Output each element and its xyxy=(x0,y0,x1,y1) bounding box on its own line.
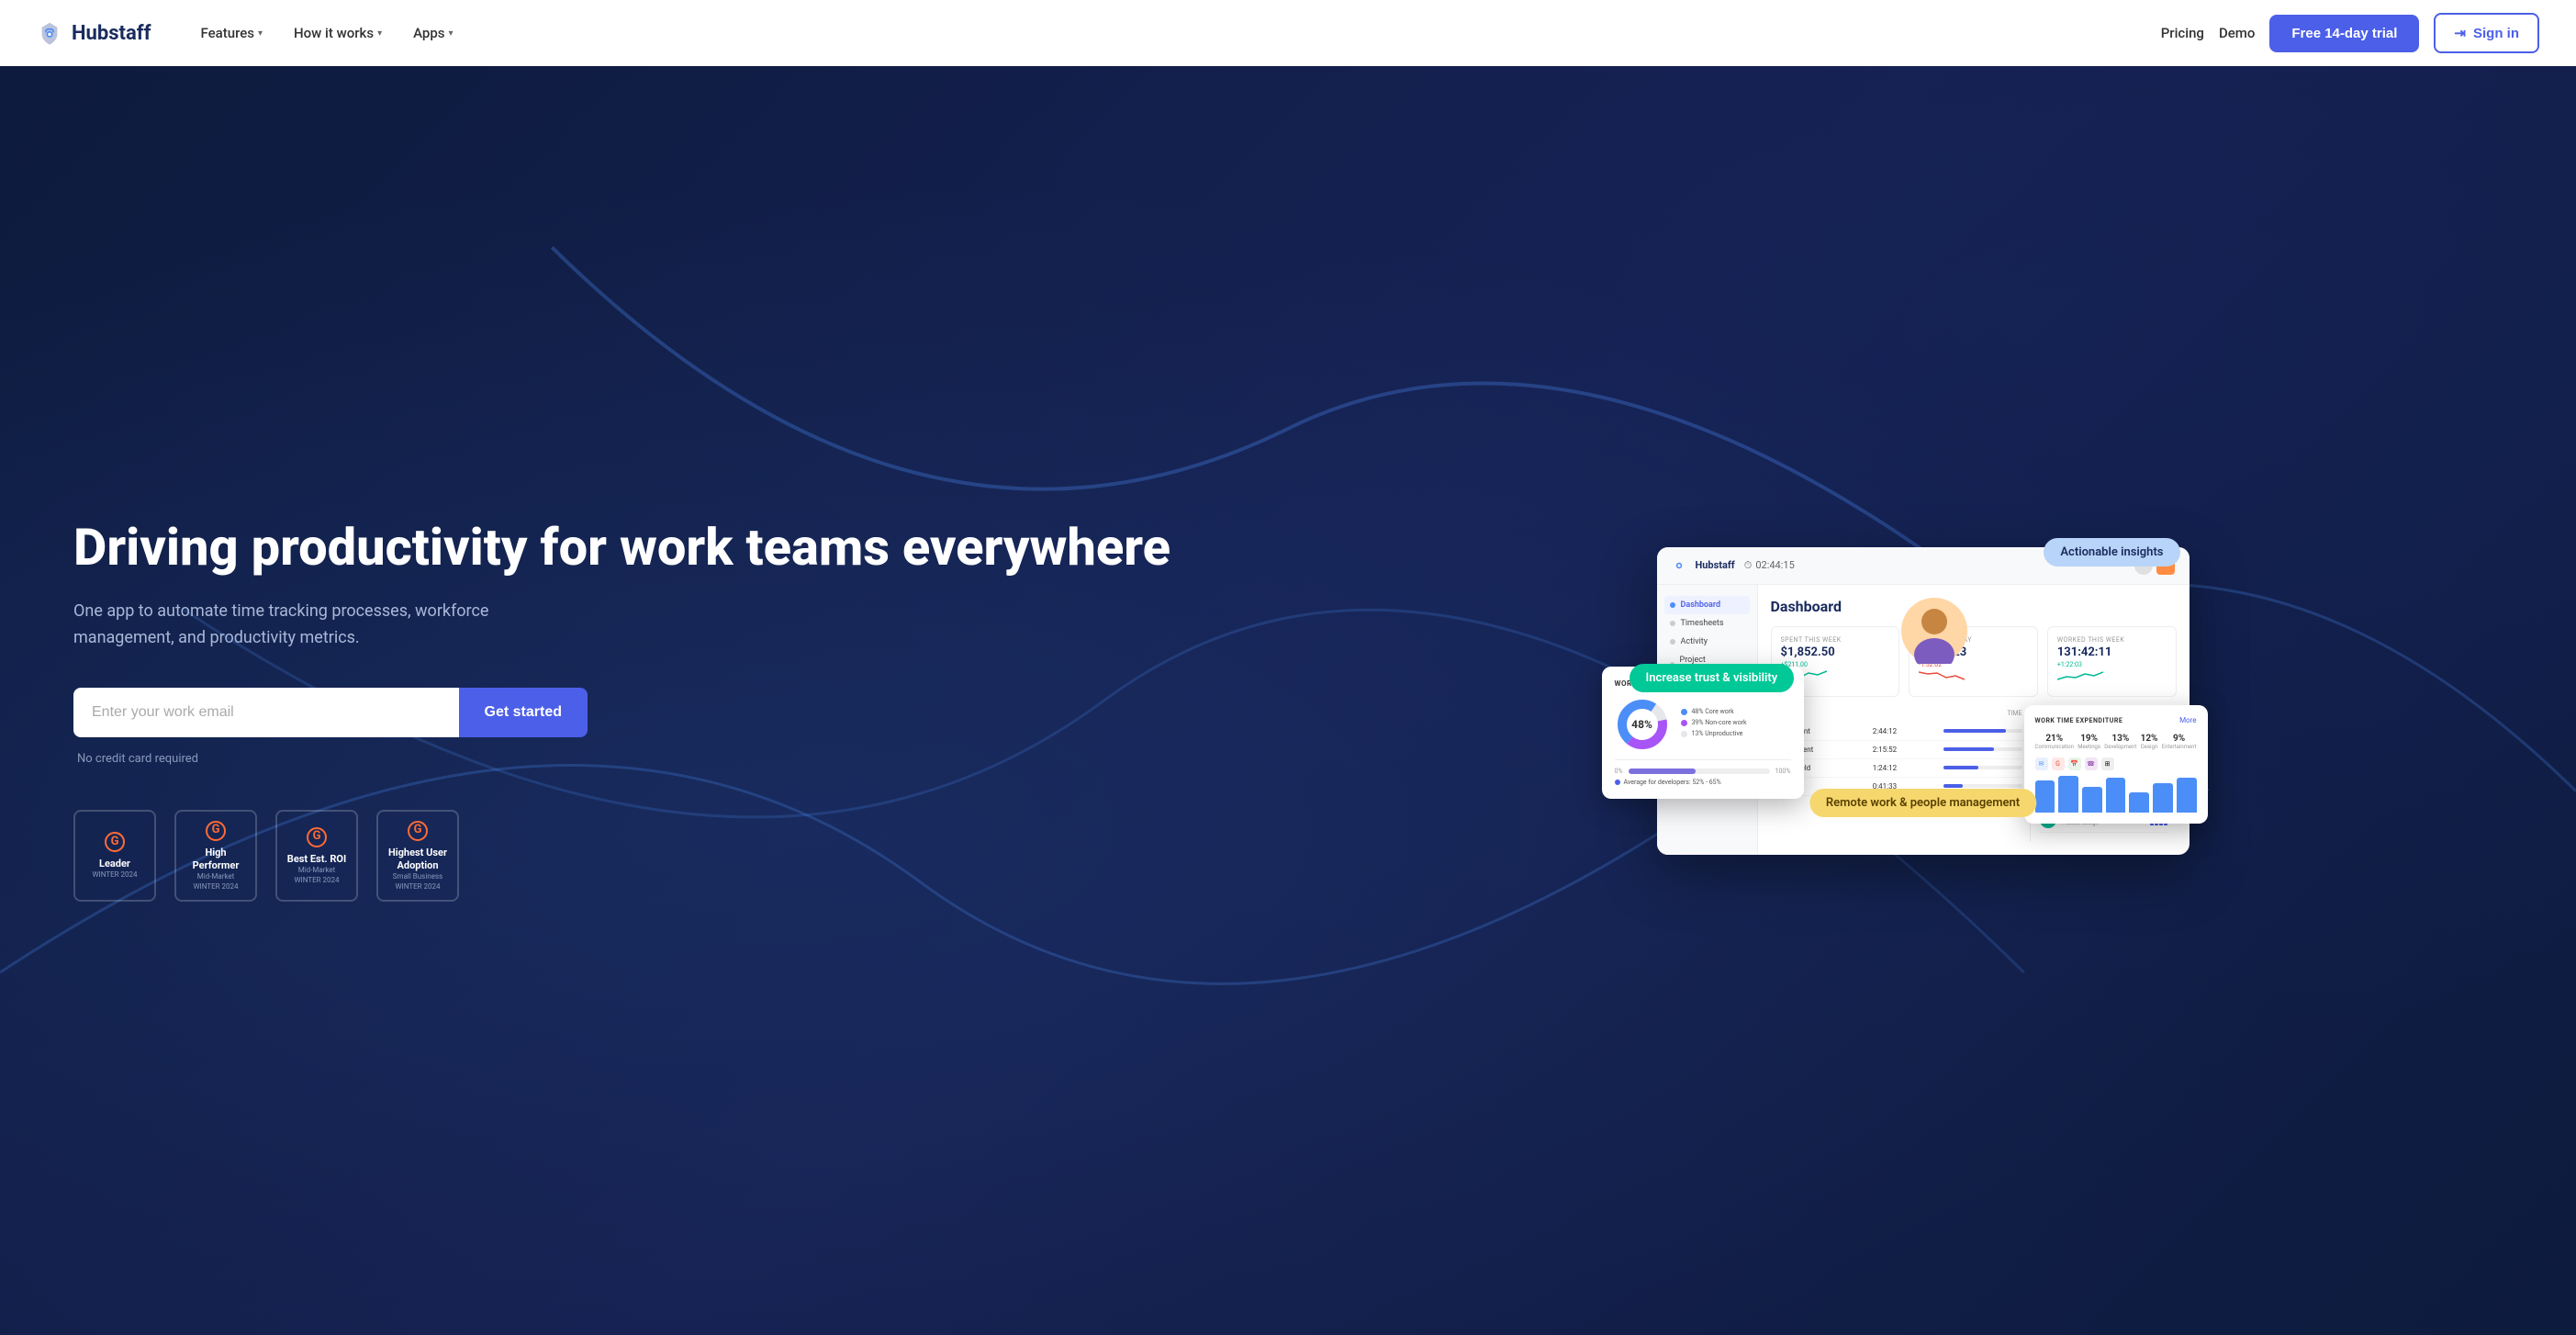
dashboard-mockup: Actionable insights Increase trust & vis… xyxy=(1657,547,2190,855)
wte-cat-0: 21% Communication xyxy=(2035,734,2075,750)
wte-bar-4 xyxy=(2129,792,2149,813)
dash-projects: PROJECTS Time Chargepoint 2:44:12 Develo… xyxy=(1771,710,2022,842)
g2-icon: G xyxy=(408,821,428,841)
wte-bar-5 xyxy=(2153,783,2173,813)
wte-cat-1: 19% Meetings xyxy=(2078,734,2100,750)
wtc-bar-fill xyxy=(1629,768,1697,774)
project-row-2: Desk & Field 1:24:12 xyxy=(1771,759,2022,778)
project-row-0: Chargepoint 2:44:12 xyxy=(1771,723,2022,741)
wtc-avg-dot xyxy=(1615,780,1620,785)
wtc-avg: Average for developers: 52% - 65% xyxy=(1615,779,1791,786)
nav-apps[interactable]: Apps ▾ xyxy=(400,17,465,49)
hero-right: Actionable insights Increase trust & vis… xyxy=(1288,66,2576,1335)
wtc-core: 48% Core work xyxy=(1681,708,1791,715)
wte-bar-3 xyxy=(2106,778,2126,813)
features-chevron-icon: ▾ xyxy=(258,28,263,39)
insights-label: Actionable insights xyxy=(2044,538,2179,567)
wte-header: WORK TIME EXPENDITURE More xyxy=(2035,716,2197,724)
nav-how-it-works[interactable]: How it works ▾ xyxy=(281,17,395,49)
logo-text: Hubstaff xyxy=(72,22,151,45)
wte-icons-row: ✉ G 📅 ☎ ⊞ xyxy=(2035,757,2197,770)
remote-label: Remote work & people management xyxy=(1809,789,2036,817)
hero-form: Get started xyxy=(73,688,588,737)
wte-bar-0 xyxy=(2035,780,2055,813)
wte-cat-4: 9% Entertainment xyxy=(2162,734,2197,750)
wte-icon-0: ✉ xyxy=(2035,757,2048,770)
wte-bar-6 xyxy=(2177,778,2197,813)
signin-button[interactable]: ⇥ Sign in xyxy=(2434,13,2539,53)
wtc-noncore: 39% Non-core work xyxy=(1681,719,1791,726)
g2-icon: G xyxy=(307,827,327,847)
sidebar-dashboard[interactable]: Dashboard xyxy=(1664,596,1750,614)
nav-demo[interactable]: Demo xyxy=(2219,25,2255,41)
wte-card: WORK TIME EXPENDITURE More 21% Communica… xyxy=(2024,705,2208,824)
wte-cat-2: 13% Development xyxy=(2104,734,2136,750)
wte-bar-2 xyxy=(2082,787,2102,813)
no-credit-card-text: No credit card required xyxy=(73,752,1233,766)
wtc-bar-section: 0% 100% Average for developers: 52% - 65… xyxy=(1615,759,1791,786)
wtc-donut: 48% xyxy=(1615,697,1670,752)
wte-icon-3: ☎ xyxy=(2085,757,2098,770)
hero-title: Driving productivity for work teams ever… xyxy=(73,518,1233,577)
get-started-button[interactable]: Get started xyxy=(459,688,588,737)
badge-highest-adoption: G Highest User Adoption Small Business W… xyxy=(376,810,459,902)
hero-left: Driving productivity for work teams ever… xyxy=(0,66,1288,1335)
badge-high-performer: G High Performer Mid-Market WINTER 2024 xyxy=(174,810,257,902)
howitworks-chevron-icon: ▾ xyxy=(377,28,382,39)
hero-section: Driving productivity for work teams ever… xyxy=(0,66,2576,1335)
wte-categories: 21% Communication 19% Meetings 13% Devel… xyxy=(2035,734,2197,750)
wtc-bar-track xyxy=(1629,768,1770,774)
wtc-legend: 48% Core work 39% Non-core work 13% Unpr… xyxy=(1681,708,1791,741)
wte-cat-3: 12% Design xyxy=(2141,734,2158,750)
stat-worked-week: WORKED THIS WEEK 131:42:11 +1:22:03 xyxy=(2047,626,2177,697)
g2-icon: G xyxy=(206,821,226,841)
apps-chevron-icon: ▾ xyxy=(449,28,454,39)
badge-leader: G Leader WINTER 2024 xyxy=(73,810,156,902)
logo[interactable]: Hubstaff xyxy=(37,20,151,46)
trust-label: Increase trust & visibility xyxy=(1630,664,1795,692)
person-avatar xyxy=(1901,598,1967,668)
wte-icon-4: ⊞ xyxy=(2101,757,2114,770)
wtc-unproductive: 13% Unproductive xyxy=(1681,730,1791,737)
wtc-body: 48% 48% Core work 39% Non-core work xyxy=(1615,697,1791,752)
wte-more-button[interactable]: More xyxy=(2179,716,2196,724)
badges-row: G Leader WINTER 2024 G High Performer Mi… xyxy=(73,810,1233,902)
wtc-bar-row: 0% 100% xyxy=(1615,768,1791,775)
wte-bar-1 xyxy=(2058,776,2078,813)
dash-title: Dashboard xyxy=(1771,598,2177,615)
sidebar-timesheets[interactable]: Timesheets xyxy=(1664,614,1750,633)
g2-icon: G xyxy=(105,832,125,852)
badge-best-roi: G Best Est. ROI Mid-Market WINTER 2024 xyxy=(275,810,358,902)
time-col-header: Time xyxy=(2007,710,2022,717)
dash-timer: ⏱ 02:44:15 xyxy=(1744,559,1795,572)
hero-subtitle: One app to automate time tracking proces… xyxy=(73,599,551,652)
nav-features[interactable]: Features ▾ xyxy=(188,17,276,49)
nav-right: Pricing Demo Free 14-day trial ⇥ Sign in xyxy=(2161,13,2539,53)
sidebar-activity[interactable]: Activity xyxy=(1664,633,1750,651)
dash-stats: SPENT THIS WEEK $1,852.50 +$211.00 WORKE… xyxy=(1771,626,2177,697)
wte-icon-2: 📅 xyxy=(2068,757,2081,770)
signin-icon: ⇥ xyxy=(2454,25,2466,41)
wte-icon-1: G xyxy=(2052,757,2065,770)
trial-button[interactable]: Free 14-day trial xyxy=(2269,15,2419,52)
navbar: Hubstaff Features ▾ How it works ▾ Apps … xyxy=(0,0,2576,66)
wte-bars xyxy=(2035,776,2197,813)
dash-logo: Hubstaff xyxy=(1696,559,1735,571)
project-row-1: Development 2:15:52 xyxy=(1771,741,2022,759)
nav-pricing[interactable]: Pricing xyxy=(2161,25,2204,41)
nav-links: Features ▾ How it works ▾ Apps ▾ xyxy=(188,17,2161,49)
email-input[interactable] xyxy=(73,688,459,737)
